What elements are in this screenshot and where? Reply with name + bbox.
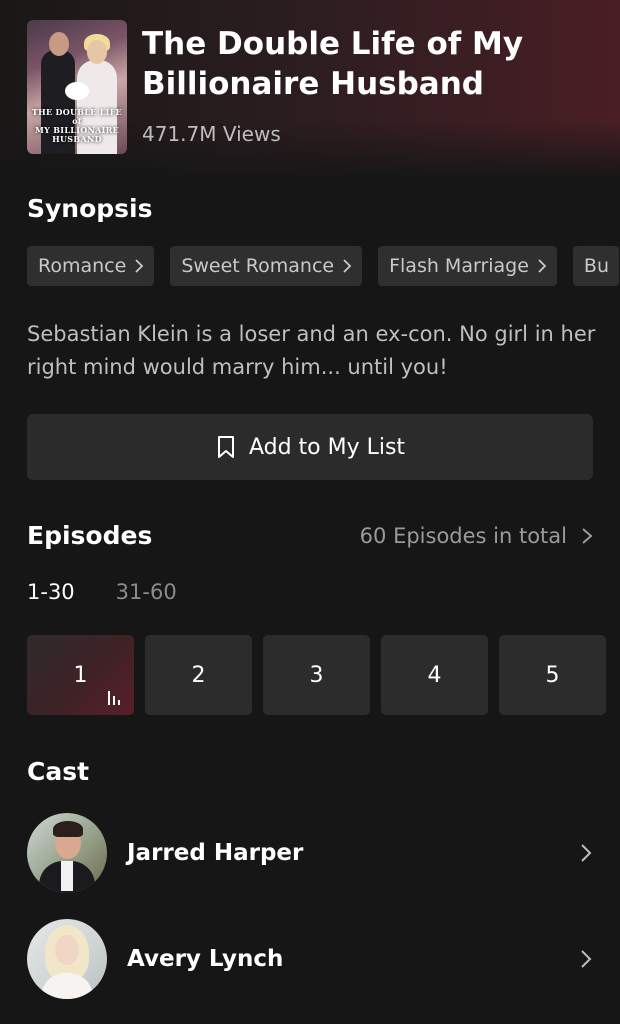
tag-partial[interactable]: Bu (572, 246, 619, 286)
chevron-right-icon (343, 259, 352, 273)
episode-button-2[interactable]: 2 (145, 635, 252, 715)
cast-heading: Cast (27, 757, 90, 786)
tag-romance[interactable]: Romance (27, 246, 155, 286)
episode-range-tabs: 1-30 31-60 (27, 580, 177, 604)
avatar (27, 919, 107, 999)
poster-bouquet (65, 82, 89, 100)
episode-button-5[interactable]: 5 (499, 635, 606, 715)
chevron-right-icon (581, 950, 592, 968)
chevron-right-icon (582, 528, 593, 544)
tag-label: Flash Marriage (389, 255, 529, 277)
cast-name: Avery Lynch (127, 946, 284, 972)
tag-label: Sweet Romance (181, 255, 335, 277)
poster-groom-head (49, 32, 69, 56)
poster-bride-head (87, 40, 107, 64)
synopsis-text: Sebastian Klein is a loser and an ex-con… (27, 322, 596, 379)
episode-button-3[interactable]: 3 (263, 635, 370, 715)
episode-grid: 1 2 3 4 5 (27, 635, 606, 715)
drama-detail-page: THE DOUBLE LIFE of MY BILLIONAIRE HUSBAND … (0, 0, 620, 1024)
cast-member-row[interactable]: Avery Lynch (27, 919, 593, 999)
episodes-heading: Episodes (27, 521, 153, 550)
episodes-total-link[interactable]: 60 Episodes in total (360, 524, 593, 548)
avatar-hair (53, 821, 83, 837)
avatar-face (55, 935, 79, 965)
chevron-right-icon (538, 259, 547, 273)
view-count: 471.7M Views (142, 122, 281, 146)
add-to-list-button[interactable]: Add to My List (27, 414, 593, 480)
episode-number: 1 (73, 662, 88, 688)
hero-header: THE DOUBLE LIFE of MY BILLIONAIRE HUSBAND … (0, 0, 620, 180)
episode-button-4[interactable]: 4 (381, 635, 488, 715)
synopsis-heading: Synopsis (27, 194, 153, 223)
now-playing-icon (108, 691, 120, 705)
show-title: The Double Life of My Billionaire Husban… (142, 26, 524, 102)
bookmark-icon (217, 436, 234, 458)
episode-number: 3 (309, 662, 324, 688)
chevron-right-icon (581, 844, 592, 862)
avatar-body (41, 973, 93, 999)
episode-number: 5 (545, 662, 560, 688)
avatar-shirt (61, 861, 73, 891)
episode-button-1[interactable]: 1 (27, 635, 134, 715)
tag-flash-marriage[interactable]: Flash Marriage (378, 246, 557, 286)
cast-member-row[interactable]: Jarred Harper (27, 813, 593, 893)
genre-tags: Romance Sweet Romance Flash Marriage Bu (27, 246, 619, 286)
tag-sweet-romance[interactable]: Sweet Romance (170, 246, 363, 286)
episodes-total-label: 60 Episodes in total (359, 524, 567, 548)
cast-name: Jarred Harper (127, 840, 304, 866)
tab-range-1-30[interactable]: 1-30 (27, 580, 75, 604)
poster-image[interactable]: THE DOUBLE LIFE of MY BILLIONAIRE HUSBAND (27, 20, 127, 154)
avatar (27, 813, 107, 893)
tag-label: Romance (38, 255, 127, 277)
add-to-list-label: Add to My List (248, 434, 406, 460)
tag-label: Bu (583, 255, 609, 277)
tab-range-31-60[interactable]: 31-60 (116, 580, 177, 604)
title-block: The Double Life of My Billionaire Husban… (142, 24, 602, 146)
episode-number: 2 (191, 662, 206, 688)
episode-number: 4 (427, 662, 442, 688)
poster-title-art: THE DOUBLE LIFE of MY BILLIONAIRE HUSBAND (31, 107, 123, 144)
chevron-right-icon (135, 259, 144, 273)
